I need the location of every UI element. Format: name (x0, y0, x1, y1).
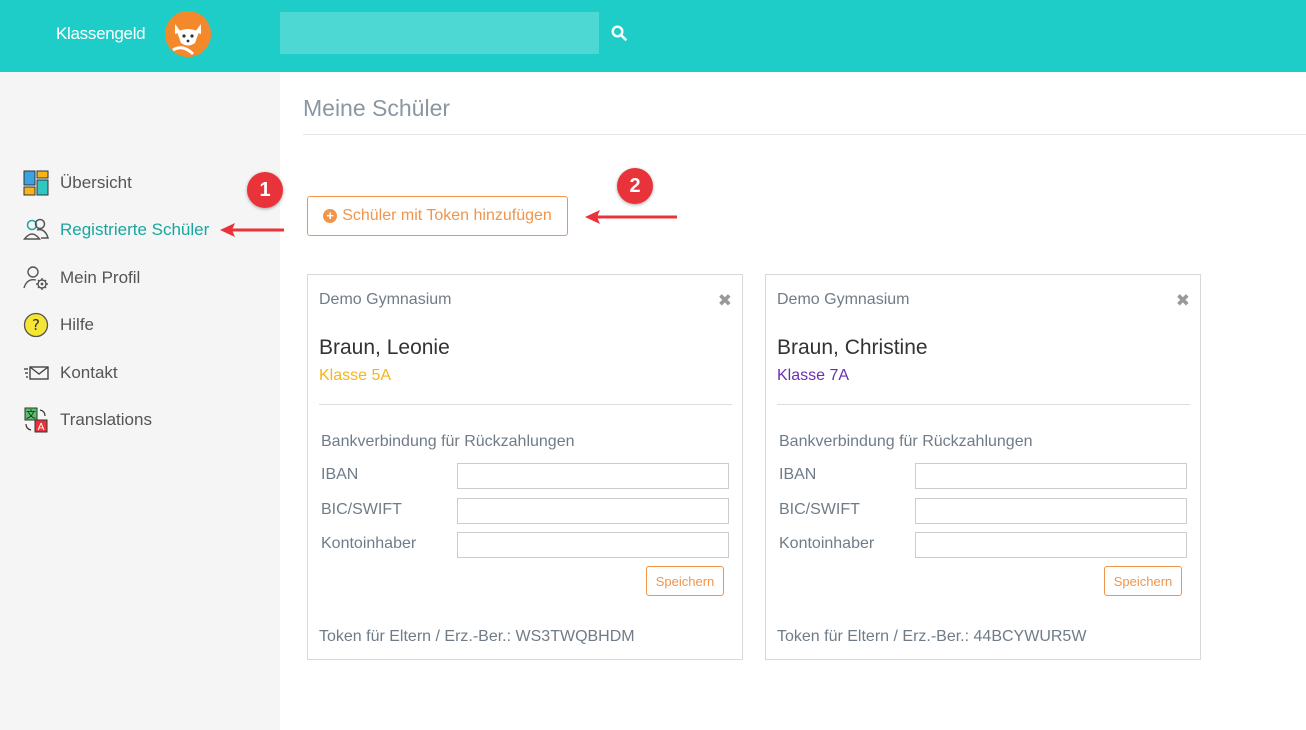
iban-label: IBAN (779, 466, 817, 483)
sidebar-item-label: Kontakt (60, 363, 118, 382)
account-owner-label: Kontoinhaber (779, 535, 875, 552)
fox-logo-icon (165, 11, 211, 57)
translate-icon: 文 A (22, 406, 50, 434)
parent-token: Token für Eltern / Erz.-Ber.: 44BCYWUR5W (777, 628, 1087, 645)
svg-text:A: A (38, 422, 45, 433)
bank-heading: Bankverbindung für Rückzahlungen (321, 433, 575, 450)
top-bar: Klassengeld (0, 0, 1306, 72)
sidebar-item-label: Hilfe (60, 315, 95, 334)
help-icon: ? (22, 311, 50, 339)
search-icon (611, 25, 627, 41)
search-button[interactable] (604, 18, 634, 48)
close-icon[interactable]: ✖ (718, 291, 732, 311)
bic-input[interactable] (457, 498, 729, 524)
logo[interactable]: Klassengeld (56, 10, 211, 58)
sidebar-item-mein-profil[interactable]: Mein Profil (22, 263, 140, 293)
iban-input[interactable] (915, 463, 1187, 489)
bic-input[interactable] (915, 498, 1187, 524)
account-owner-input[interactable] (915, 532, 1187, 558)
iban-label: IBAN (321, 466, 359, 483)
school-name: Demo Gymnasium (777, 291, 910, 308)
sidebar-item-kontakt[interactable]: Kontakt (22, 358, 118, 388)
class-label: Klasse 7A (777, 367, 850, 384)
student-card: Demo Gymnasium ✖ Braun, Christine Klasse… (765, 274, 1201, 660)
sidebar-item-registrierte-schueler[interactable]: Registrierte Schüler (22, 215, 209, 245)
bic-label: BIC/SWIFT (321, 501, 402, 518)
parent-token: Token für Eltern / Erz.-Ber.: WS3TWQBHDM (319, 628, 635, 645)
sidebar-item-label: Translations (60, 410, 152, 429)
add-button-label: Schüler mit Token hinzufügen (342, 207, 552, 224)
class-label: Klasse 5A (319, 367, 392, 384)
annotation-badge-1: 1 (247, 172, 283, 208)
sidebar-item-label: Registrierte Schüler (60, 220, 210, 239)
svg-text:文: 文 (26, 408, 36, 421)
page-title: Meine Schüler (303, 95, 451, 121)
student-name: Braun, Christine (777, 336, 928, 359)
card-divider (319, 404, 732, 405)
svg-text:?: ? (32, 316, 40, 334)
user-gear-icon (22, 264, 50, 292)
sidebar-item-uebersicht[interactable]: Übersicht (22, 168, 132, 198)
add-student-with-token-button[interactable]: + Schüler mit Token hinzufügen (307, 196, 568, 236)
dashboard-icon (22, 169, 50, 197)
annotation-arrow-1 (220, 223, 284, 237)
student-name: Braun, Leonie (319, 336, 450, 359)
sidebar-item-hilfe[interactable]: ? Hilfe (22, 310, 94, 340)
card-divider (777, 404, 1190, 405)
account-owner-input[interactable] (457, 532, 729, 558)
envelope-icon (22, 359, 50, 387)
annotation-arrow-2 (585, 210, 677, 224)
school-name: Demo Gymnasium (319, 291, 452, 308)
annotation-badge-2: 2 (617, 168, 653, 204)
sidebar-item-translations[interactable]: 文 A Translations (22, 405, 152, 435)
close-icon[interactable]: ✖ (1176, 291, 1190, 311)
users-icon (22, 216, 50, 244)
title-divider (303, 134, 1306, 135)
sidebar-item-label: Übersicht (60, 173, 132, 192)
plus-circle-icon: + (323, 209, 338, 223)
bic-label: BIC/SWIFT (779, 501, 860, 518)
iban-input[interactable] (457, 463, 729, 489)
save-button[interactable]: Speichern (646, 566, 724, 596)
save-button[interactable]: Speichern (1104, 566, 1182, 596)
logo-text: Klassengeld (56, 24, 146, 43)
account-owner-label: Kontoinhaber (321, 535, 417, 552)
search-input[interactable] (280, 12, 599, 54)
bank-heading: Bankverbindung für Rückzahlungen (779, 433, 1033, 450)
student-card: Demo Gymnasium ✖ Braun, Leonie Klasse 5A… (307, 274, 743, 660)
sidebar-item-label: Mein Profil (60, 268, 141, 287)
sidebar: Übersicht Registrierte Schüler Mein Prof… (0, 72, 280, 730)
